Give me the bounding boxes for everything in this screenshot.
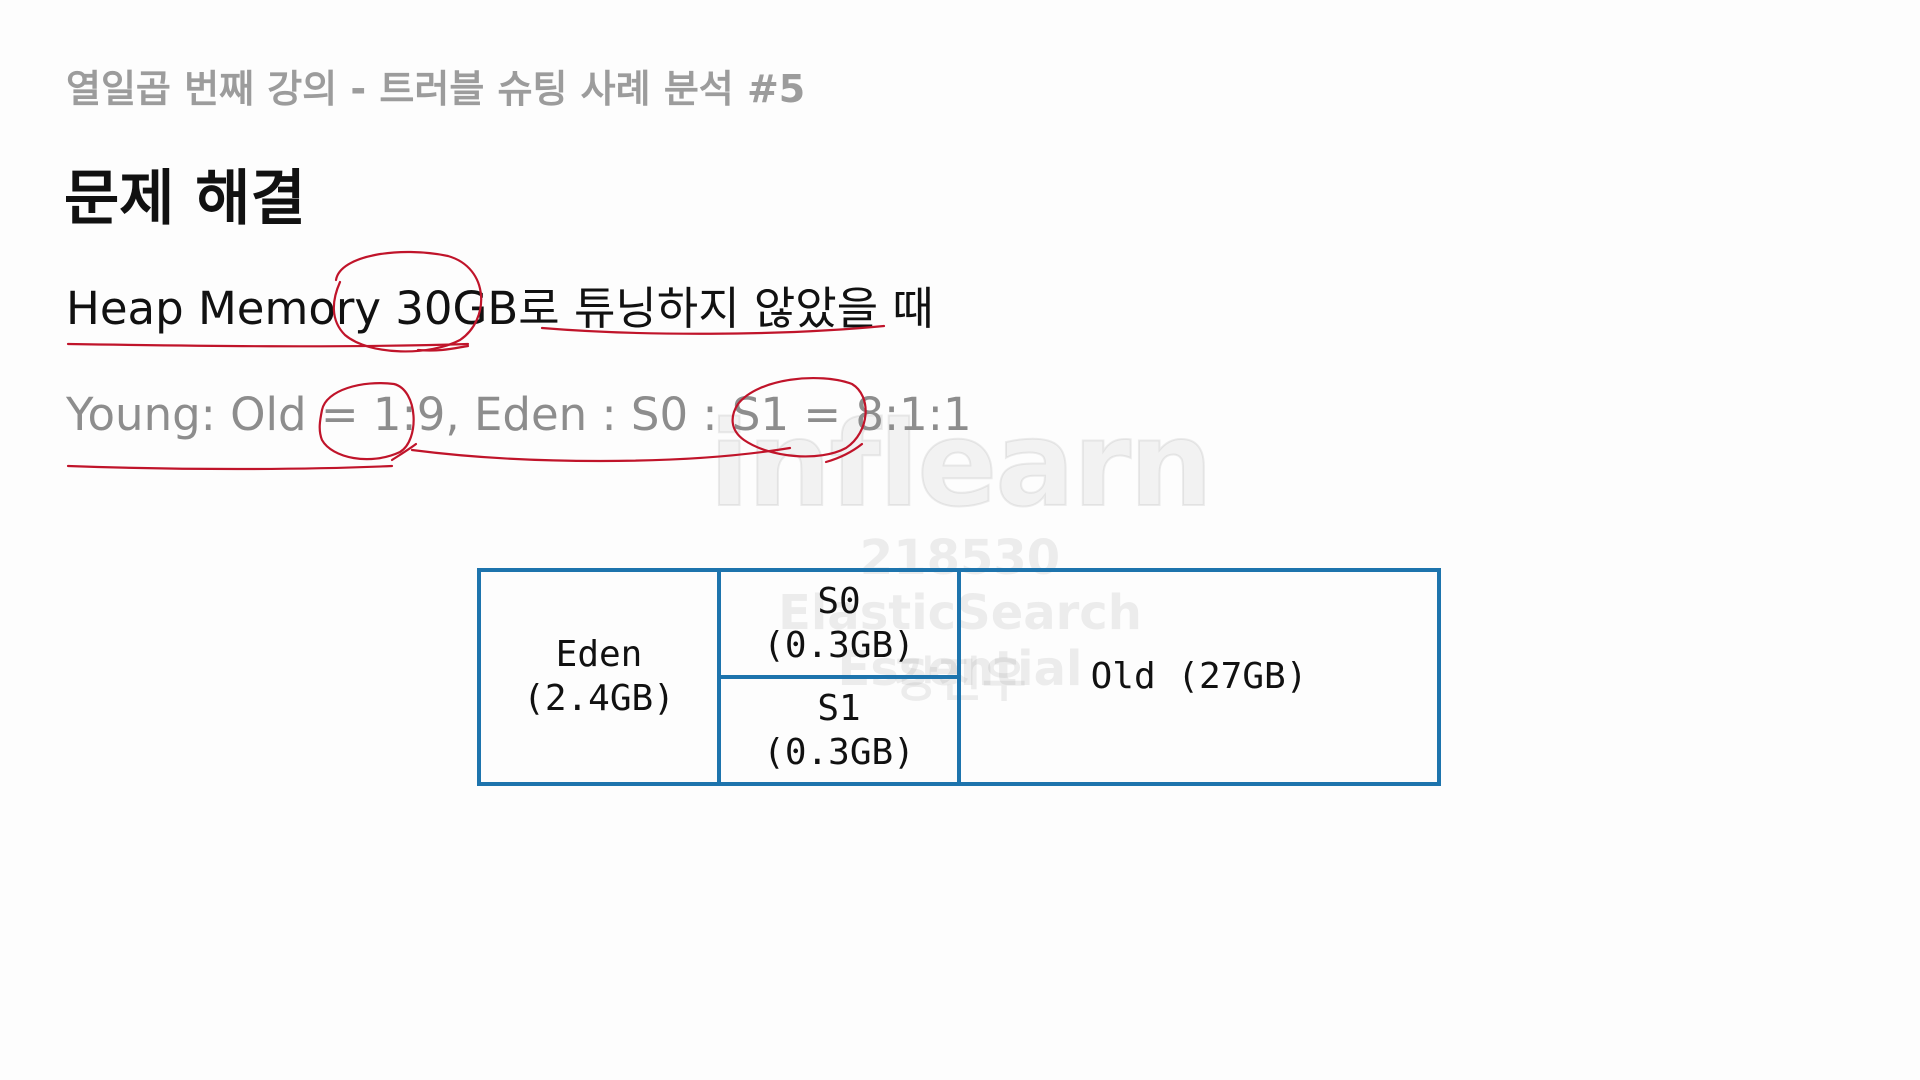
page-title: 문제 해결 xyxy=(64,164,306,234)
underline-young-old xyxy=(66,464,394,471)
underline-heap xyxy=(66,342,470,348)
eden-region: Eden (2.4GB) xyxy=(481,572,721,782)
s1-region: S1 (0.3GB) xyxy=(763,687,915,773)
lecture-title: 열일곱 번째 강의 - 트러블 슈팅 사례 분석 #5 xyxy=(66,67,806,111)
circle-1-9-tail xyxy=(390,442,418,462)
ratio-line: Young: Old = 1:9, Eden : S0 : S1 = 8:1:1 xyxy=(66,388,972,441)
old-region: Old (27GB) xyxy=(1090,656,1308,697)
survivor-column: S0 (0.3GB) S1 (0.3GB) xyxy=(721,572,961,782)
heap-memory-diagram: Eden (2.4GB) S0 (0.3GB) S1 (0.3GB) Old (… xyxy=(477,568,1441,786)
s0-region: S0 (0.3GB) xyxy=(721,572,957,679)
circle-8-1-1-tail xyxy=(824,442,864,464)
underline-eden-ratio xyxy=(410,446,792,463)
circle-30gb-tail xyxy=(416,344,470,352)
heap-memory-line: Heap Memory 30GB로 튜닝하지 않았을 때 xyxy=(66,282,934,335)
